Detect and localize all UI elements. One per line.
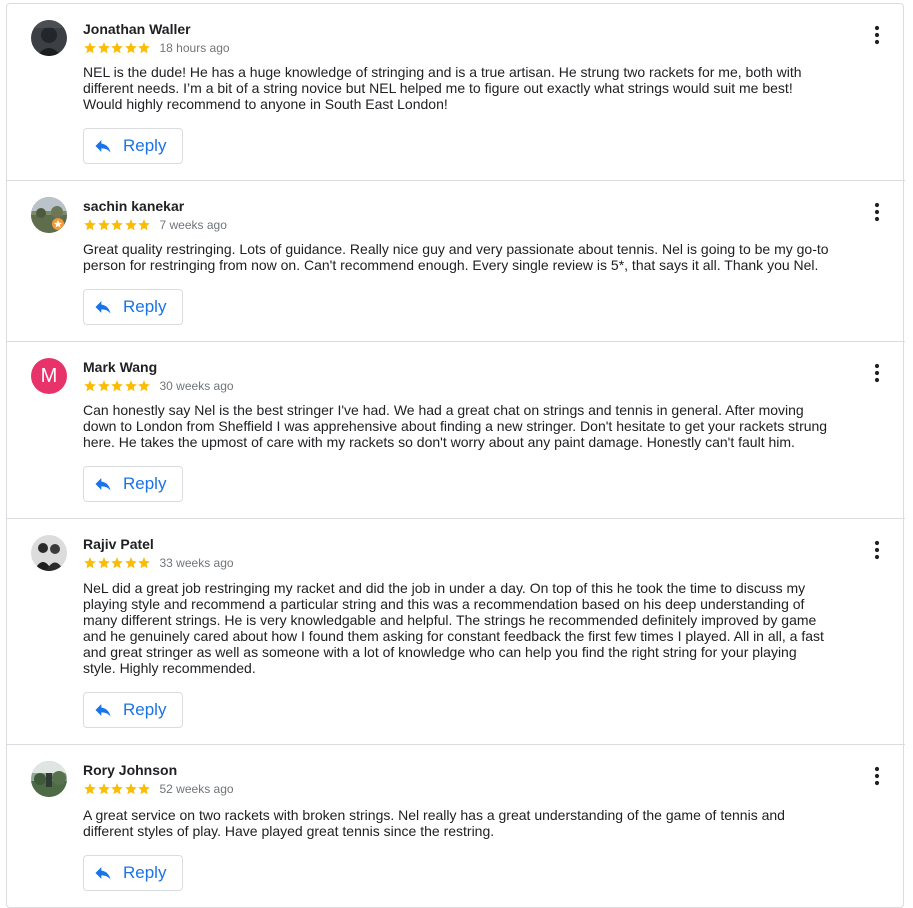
star-icon: [124, 379, 138, 393]
star-icon: [83, 556, 97, 570]
review-text: Can honestly say Nel is the best stringe…: [83, 402, 828, 450]
reply-button[interactable]: Reply: [83, 289, 183, 325]
star-icon: [97, 218, 111, 232]
more-vert-icon[interactable]: [865, 538, 889, 562]
avatar-letter: M: [40, 365, 58, 387]
star-icon: [137, 379, 151, 393]
review-time: 7 weeks ago: [159, 218, 227, 232]
review-time: 33 weeks ago: [159, 556, 234, 570]
reply-button[interactable]: Reply: [83, 466, 183, 502]
reply-arrow-icon: [93, 136, 113, 156]
star-rating: [83, 218, 151, 232]
review-card: sachin kanekar 7 weeks ago Great quality…: [7, 181, 905, 341]
star-icon: [83, 218, 97, 232]
reply-label: Reply: [123, 700, 167, 719]
review-text: NeL did a great job restringing my racke…: [83, 580, 824, 676]
reply-arrow-icon: [93, 700, 113, 720]
reviews-panel: Jonathan Waller 18 hours ago NEL is the …: [6, 3, 905, 908]
star-rating: [83, 379, 151, 393]
reply-label: Reply: [123, 297, 167, 316]
star-icon: [110, 218, 124, 232]
reply-button[interactable]: Reply: [83, 855, 183, 891]
review-card: Jonathan Waller 18 hours ago NEL is the …: [7, 4, 905, 180]
avatar[interactable]: [31, 20, 67, 56]
review-text: NEL is the dude! He has a huge knowledge…: [83, 64, 802, 112]
review-meta: 18 hours ago: [83, 40, 230, 56]
review-meta: 30 weeks ago: [83, 378, 234, 394]
star-icon: [124, 556, 138, 570]
star-icon: [110, 782, 124, 796]
review-meta: 7 weeks ago: [83, 217, 227, 233]
star-rating: [83, 782, 151, 796]
review-meta: 33 weeks ago: [83, 555, 234, 571]
reply-button[interactable]: Reply: [83, 692, 183, 728]
reviewer-name[interactable]: sachin kanekar: [83, 198, 184, 214]
review-meta: 52 weeks ago: [83, 781, 234, 797]
star-icon: [124, 782, 138, 796]
review-time: 52 weeks ago: [159, 782, 234, 796]
star-icon: [110, 556, 124, 570]
review-text: A great service on two rackets with brok…: [83, 807, 785, 839]
reply-button[interactable]: Reply: [83, 128, 183, 164]
review-card: Rory Johnson 52 weeks ago A great servic…: [7, 745, 905, 905]
star-icon: [137, 782, 151, 796]
reply-label: Reply: [123, 474, 167, 493]
star-icon: [110, 379, 124, 393]
reply-arrow-icon: [93, 863, 113, 883]
more-vert-icon[interactable]: [865, 200, 889, 224]
star-icon: [97, 782, 111, 796]
star-icon: [124, 218, 138, 232]
review-text: Great quality restringing. Lots of guida…: [83, 241, 829, 273]
review-time: 30 weeks ago: [159, 379, 234, 393]
star-icon: [137, 556, 151, 570]
star-icon: [137, 41, 151, 55]
star-icon: [124, 41, 138, 55]
review-card: M Mark Wang 30 weeks ago Can honestly sa…: [7, 342, 905, 518]
reply-label: Reply: [123, 136, 167, 155]
star-icon: [83, 379, 97, 393]
more-vert-icon[interactable]: [865, 23, 889, 47]
star-icon: [83, 41, 97, 55]
more-vert-icon[interactable]: [865, 361, 889, 385]
review-time: 18 hours ago: [159, 41, 230, 55]
avatar[interactable]: [31, 535, 67, 571]
star-icon: [83, 782, 97, 796]
reviewer-name[interactable]: Jonathan Waller: [83, 21, 191, 37]
star-icon: [97, 41, 111, 55]
star-icon: [97, 556, 111, 570]
avatar[interactable]: [31, 761, 67, 797]
star-rating: [83, 556, 151, 570]
more-vert-icon[interactable]: [865, 764, 889, 788]
avatar[interactable]: M: [31, 358, 67, 394]
star-rating: [83, 41, 151, 55]
review-card: Rajiv Patel 33 weeks ago NeL did a great…: [7, 519, 905, 744]
reply-arrow-icon: [93, 474, 113, 494]
reviewer-name[interactable]: Rajiv Patel: [83, 536, 154, 552]
reply-arrow-icon: [93, 297, 113, 317]
star-icon: [97, 379, 111, 393]
star-icon: [110, 41, 124, 55]
avatar[interactable]: [31, 197, 67, 233]
reviewer-name[interactable]: Rory Johnson: [83, 762, 177, 778]
star-icon: [137, 218, 151, 232]
reply-label: Reply: [123, 863, 167, 882]
reviewer-name[interactable]: Mark Wang: [83, 359, 157, 375]
